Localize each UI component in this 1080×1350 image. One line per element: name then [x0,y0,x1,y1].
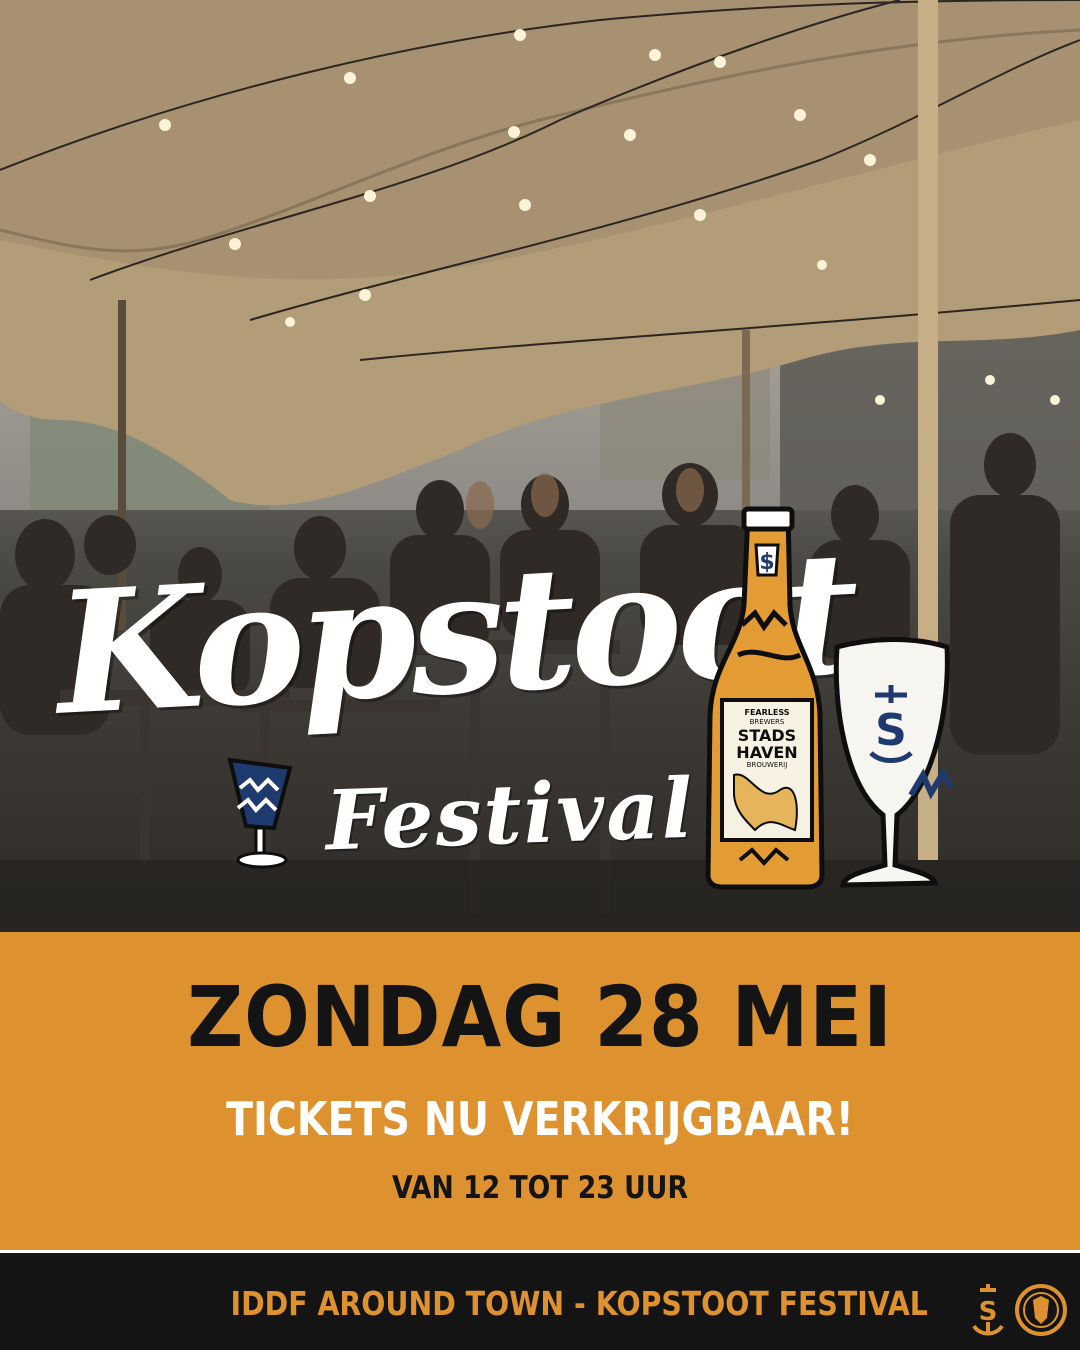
kopstoot-logo: Kopstoot [51,513,859,753]
bottle-label-sub: BROUWERIJ [747,761,788,769]
svg-text:S: S [875,705,907,756]
stadshaven-bottle-icon: $ FEARLESS BREWERS STADS HAVEN BROUWERIJ [705,506,825,890]
event-hours: VAN 12 TOT 23 UUR [392,1170,688,1206]
bottle-label-brand-bottom: HAVEN [736,743,797,762]
footer-text: IDDF AROUND TOWN - KOPSTOOT FESTIVAL [230,1284,928,1323]
event-date: ZONDAG 28 MEI [187,968,893,1066]
bottle-label-line1: FEARLESS [744,708,789,717]
svg-text:$: $ [759,550,774,575]
bottle-label-line2: BREWERS [750,718,785,726]
brewery-seal-icon [1015,1284,1067,1336]
small-glass-icon [227,757,293,869]
tickets-callout: TICKETS NU VERKRIJGBAAR! [226,1092,854,1146]
festival-logo: Festival [323,760,697,870]
stadshaven-glass-icon: S [833,637,954,888]
anchor-s-icon: S [972,1284,1004,1336]
hero-photo: Kopstoot Festival $ FEARLESS BREWERS STA… [0,0,1080,932]
